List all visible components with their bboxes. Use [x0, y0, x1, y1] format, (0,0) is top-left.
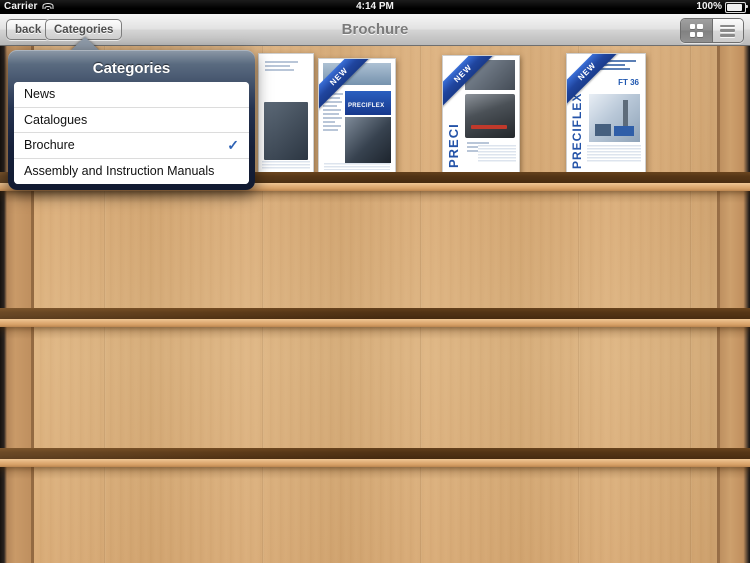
- book-cover-photo: [264, 102, 308, 160]
- back-button[interactable]: back: [6, 19, 51, 40]
- category-item-brochure[interactable]: Brochure ✓: [14, 133, 249, 159]
- battery-icon: [725, 1, 748, 13]
- category-item-news[interactable]: News: [14, 82, 249, 108]
- popover-body: Categories News Catalogues Brochure ✓ As…: [8, 50, 255, 190]
- book-text-lines: [265, 61, 307, 73]
- checkmark-icon: ✓: [227, 137, 239, 153]
- bookshelf-right-frame: [717, 45, 750, 563]
- categories-list[interactable]: News Catalogues Brochure ✓ Assembly and …: [14, 82, 249, 184]
- list-item[interactable]: NEW PRECIFLEX: [318, 58, 396, 173]
- clock-label: 4:14 PM: [356, 1, 394, 12]
- category-label: News: [24, 87, 56, 101]
- navigation-toolbar: Brochure back Categories: [0, 14, 750, 46]
- panel-seam: [420, 45, 422, 563]
- book-cover-photo: [345, 117, 391, 163]
- list-view-button[interactable]: [711, 19, 743, 42]
- category-label: Catalogues: [24, 112, 88, 127]
- book-footer-strip: [262, 160, 310, 170]
- book-title-band: PRECIFLEX: [345, 91, 391, 115]
- list-view-icon: [720, 24, 736, 37]
- book-cover-photo: [589, 94, 640, 142]
- view-mode-segmented-control[interactable]: [680, 18, 744, 43]
- book-spec-table: [477, 144, 516, 164]
- status-bar-right: 100%: [696, 0, 748, 14]
- list-item[interactable]: [258, 53, 314, 175]
- category-item-assembly-manuals[interactable]: Assembly and Instruction Manuals: [14, 158, 249, 184]
- book-cover-photo: [465, 94, 515, 138]
- grid-view-icon: [689, 24, 703, 37]
- panel-seam: [690, 45, 692, 563]
- battery-percent-label: 100%: [696, 1, 722, 12]
- category-label: Brochure: [24, 138, 75, 152]
- book-brand-label: PRECIFLEX: [348, 103, 385, 109]
- category-item-catalogues[interactable]: Catalogues: [14, 107, 249, 133]
- categories-popover[interactable]: Categories News Catalogues Brochure ✓ As…: [8, 37, 255, 190]
- ipad-screen: Carrier 4:14 PM 100% Brochure back Categ…: [0, 0, 750, 563]
- popover-arrow-icon: [70, 37, 100, 51]
- list-item[interactable]: NEW PRECI: [442, 55, 520, 175]
- book-model-label: FT 36: [618, 78, 639, 87]
- list-item[interactable]: NEW FT 36 PRECIFLEX: [566, 53, 646, 175]
- book-spec-table: [587, 145, 642, 162]
- status-bar: Carrier 4:14 PM 100%: [0, 0, 750, 14]
- book-footer-strip: [323, 162, 391, 170]
- category-label: Assembly and Instruction Manuals: [24, 163, 215, 178]
- grid-view-button[interactable]: [681, 19, 712, 42]
- popover-title: Categories: [92, 60, 171, 77]
